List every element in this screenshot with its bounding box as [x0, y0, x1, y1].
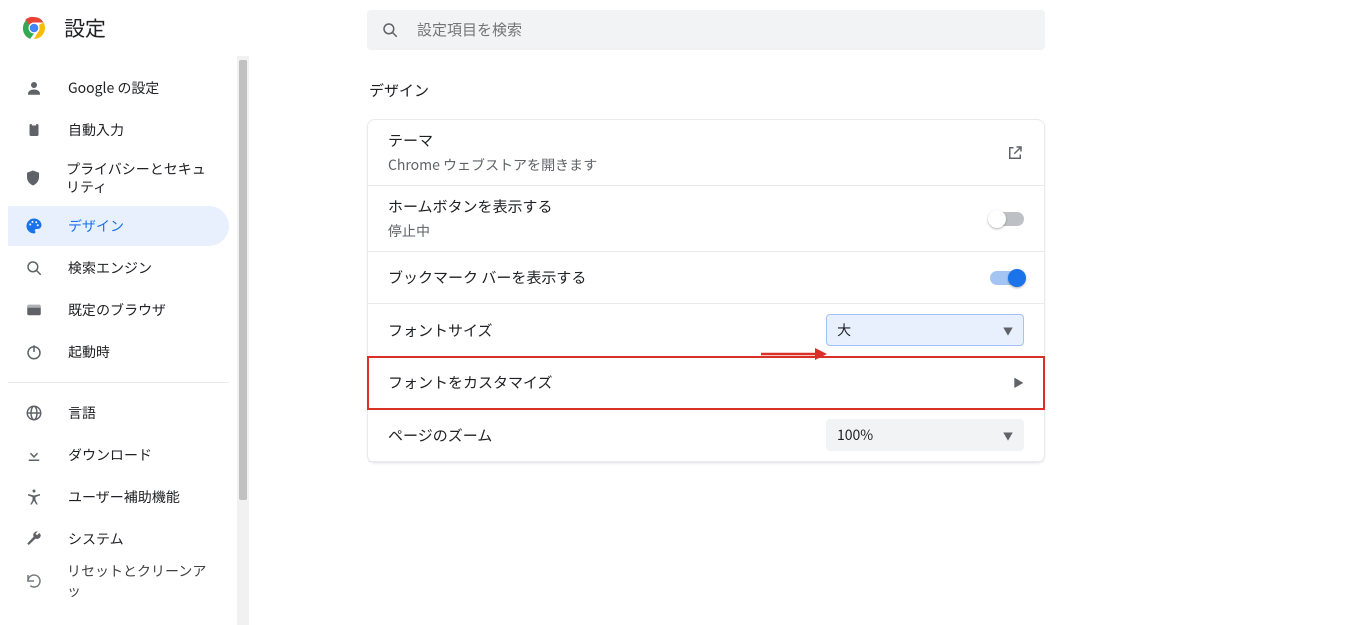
row-font-size: フォントサイズ 大 ▼: [368, 304, 1044, 357]
row-title: ブックマーク バーを表示する: [388, 267, 586, 288]
sidebar-item-label: Google の設定: [68, 78, 159, 98]
palette-icon: [24, 217, 44, 235]
search-icon: [24, 259, 44, 277]
person-icon: [24, 79, 44, 97]
row-page-zoom: ページのズーム 100% ▼: [368, 409, 1044, 462]
accessibility-icon: [24, 488, 44, 506]
restore-icon: [24, 572, 43, 590]
page-zoom-dropdown[interactable]: 100% ▼: [826, 419, 1024, 451]
dropdown-value: 大: [837, 320, 851, 340]
shield-icon: [24, 169, 42, 187]
sidebar-item-system[interactable]: システム: [8, 519, 229, 559]
browser-icon: [24, 301, 44, 319]
download-icon: [24, 446, 44, 464]
sidebar-item-label: ユーザー補助機能: [68, 487, 180, 507]
row-title: ホームボタンを表示する: [388, 196, 553, 217]
sidebar-scrollbar-track[interactable]: [237, 56, 249, 625]
home-button-toggle[interactable]: [990, 212, 1024, 226]
row-home-button: ホームボタンを表示する 停止中: [368, 186, 1044, 252]
search-bar[interactable]: [367, 10, 1045, 50]
row-subtitle: 停止中: [388, 221, 553, 241]
sidebar-item-label: プライバシーとセキュリティ: [66, 160, 213, 196]
sidebar-item-search-engine[interactable]: 検索エンジン: [8, 248, 229, 288]
open-external-icon: [1006, 144, 1024, 162]
bookmark-bar-toggle[interactable]: [990, 271, 1024, 285]
row-customize-fonts[interactable]: フォントをカスタマイズ ▶: [368, 357, 1044, 409]
sidebar-item-accessibility[interactable]: ユーザー補助機能: [8, 477, 229, 517]
chevron-right-icon: ▶: [1013, 375, 1024, 391]
sidebar-item-label: システム: [68, 529, 124, 549]
row-subtitle: Chrome ウェブストアを開きます: [388, 155, 597, 175]
sidebar-item-privacy[interactable]: プライバシーとセキュリティ: [8, 152, 229, 204]
appearance-card: テーマ Chrome ウェブストアを開きます ホームボタンを表示する 停止中 ブ…: [367, 119, 1045, 463]
globe-icon: [24, 404, 44, 422]
dropdown-value: 100%: [837, 425, 873, 445]
row-theme[interactable]: テーマ Chrome ウェブストアを開きます: [368, 120, 1044, 186]
sidebar-item-label: デザイン: [68, 216, 124, 236]
sidebar-item-autofill[interactable]: 自動入力: [8, 110, 229, 150]
wrench-icon: [24, 530, 44, 548]
sidebar-item-downloads[interactable]: ダウンロード: [8, 435, 229, 475]
app-title: 設定: [64, 13, 106, 43]
power-icon: [24, 343, 44, 361]
sidebar-scrollbar-thumb[interactable]: [239, 60, 247, 500]
search-input[interactable]: [417, 22, 1031, 39]
sidebar-item-label: 起動時: [68, 342, 110, 362]
sidebar-item-appearance[interactable]: デザイン: [8, 206, 229, 246]
font-size-dropdown[interactable]: 大 ▼: [826, 314, 1024, 346]
sidebar-item-label: 既定のブラウザ: [68, 300, 166, 320]
sidebar-item-label: 言語: [68, 403, 96, 423]
sidebar-separator: [8, 382, 229, 383]
chrome-logo-icon: [22, 16, 46, 40]
row-title: テーマ: [388, 130, 597, 151]
sidebar-item-google[interactable]: Google の設定: [8, 68, 229, 108]
row-bookmark-bar: ブックマーク バーを表示する: [368, 252, 1044, 304]
sidebar-item-reset[interactable]: リセットとクリーンアッ: [8, 561, 229, 601]
chevron-down-icon: ▼: [1003, 428, 1013, 443]
sidebar-item-on-startup[interactable]: 起動時: [8, 332, 229, 372]
row-title: ページのズーム: [388, 425, 492, 446]
clipboard-icon: [24, 121, 44, 139]
sidebar-item-default-browser[interactable]: 既定のブラウザ: [8, 290, 229, 330]
sidebar: Google の設定 自動入力 プライバシーとセキュリティ デザイン 検索エンジ…: [0, 56, 237, 625]
main-content: デザイン テーマ Chrome ウェブストアを開きます ホームボタンを表示する …: [249, 56, 1366, 463]
sidebar-item-label: リセットとクリーンアッ: [67, 561, 213, 601]
section-title: デザイン: [367, 80, 1366, 101]
chevron-down-icon: ▼: [1003, 323, 1013, 338]
row-title: フォントサイズ: [388, 320, 493, 341]
sidebar-item-label: 自動入力: [68, 120, 124, 140]
sidebar-item-language[interactable]: 言語: [8, 393, 229, 433]
sidebar-item-label: ダウンロード: [68, 445, 152, 465]
row-title: フォントをカスタマイズ: [388, 372, 553, 393]
search-icon: [381, 21, 399, 39]
sidebar-item-label: 検索エンジン: [68, 258, 152, 278]
